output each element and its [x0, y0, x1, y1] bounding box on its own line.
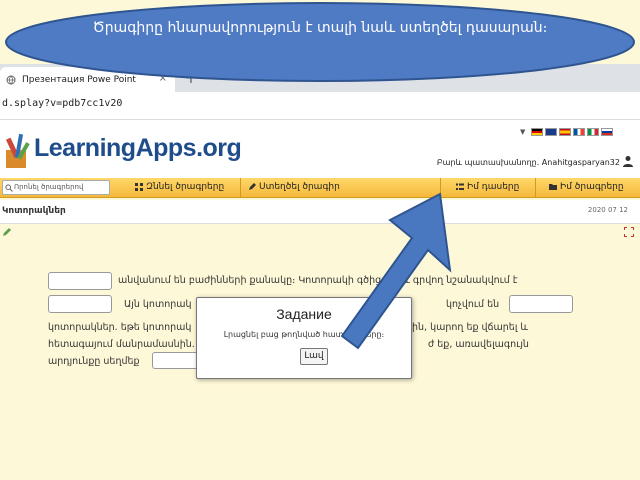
callout-ellipse	[5, 2, 635, 82]
fullscreen-icon[interactable]	[624, 227, 634, 237]
app-title-bar: Կոտորակներ 2020 07 12	[0, 200, 640, 224]
nav-my-apps[interactable]: Իմ ծրագրերը	[549, 182, 624, 192]
grid-icon	[135, 183, 143, 191]
nav-browse-apps[interactable]: Զննել ծրագրերը	[135, 182, 224, 192]
main-nav: Որոնել ծրագրերով Զննել ծրագրերը Ստեղծել …	[0, 178, 640, 198]
user-icon[interactable]	[622, 155, 634, 167]
arrow-annotation-icon	[340, 192, 452, 350]
exercise-line-3: կոտորակներ. եթե կոտորակ	[48, 322, 192, 333]
page-title: Կոտորակներ	[2, 206, 66, 216]
language-selector[interactable]: ▼	[520, 128, 614, 136]
search-icon	[5, 184, 13, 192]
site-logo[interactable]: LearningApps.org	[34, 134, 242, 163]
nav-create-label: Ստեղծել ծրագիր	[259, 182, 340, 192]
blank-input-1[interactable]	[48, 272, 112, 290]
address-bar[interactable]: d.splay?v=pdb7cc1v20	[0, 92, 640, 120]
nav-divider	[535, 178, 536, 198]
logo-icon	[5, 133, 30, 168]
edit-icon[interactable]	[2, 227, 12, 237]
site-header: LearningApps.org ▼ Բարև պատասխանողը. Ana…	[0, 120, 640, 178]
blank-input-3[interactable]	[509, 295, 573, 313]
folder-icon	[549, 184, 557, 190]
user-greeting: Բարև պատասխանողը. Anahitgasparyan32	[436, 158, 620, 167]
nav-classes-label: Իմ դասերը	[467, 182, 520, 192]
flag-fr-icon[interactable]	[573, 128, 586, 136]
flag-it-icon[interactable]	[587, 128, 600, 136]
nav-divider	[240, 178, 241, 198]
exercise-line-4: հետագայում մանրամասնին. որ	[48, 339, 210, 350]
pencil-icon	[249, 183, 256, 190]
callout-text: Ծրագիրը հնարավորություն է տալի նաև ստեղծ…	[92, 20, 548, 36]
nav-my-apps-label: Իմ ծրագրերը	[560, 182, 624, 192]
chevron-down-icon: ▼	[520, 128, 526, 136]
flag-es-icon[interactable]	[559, 128, 572, 136]
flag-de-icon[interactable]	[531, 128, 544, 136]
blank-input-4[interactable]	[152, 352, 202, 369]
nav-my-classes[interactable]: Իմ դասերը	[456, 182, 519, 192]
nav-browse-label: Զննել ծրագրերը	[146, 182, 225, 192]
search-placeholder: Որոնել ծրագրերով	[14, 183, 84, 191]
search-input[interactable]: Որոնել ծրագրերով	[2, 180, 110, 195]
flag-ru-icon[interactable]	[601, 128, 614, 136]
exercise-line-2: Այն կոտորակ	[124, 299, 192, 310]
flag-uk-icon[interactable]	[545, 128, 558, 136]
blank-input-2[interactable]	[48, 295, 112, 313]
nav-create-app[interactable]: Ստեղծել ծրագիր	[248, 182, 340, 192]
exercise-line-5: արդյունքը սեղմեք	[48, 356, 140, 367]
page-date: 2020 07 12	[587, 206, 628, 214]
url-text: d.splay?v=pdb7cc1v20	[2, 98, 123, 109]
ok-button[interactable]: Լավ	[300, 348, 328, 365]
